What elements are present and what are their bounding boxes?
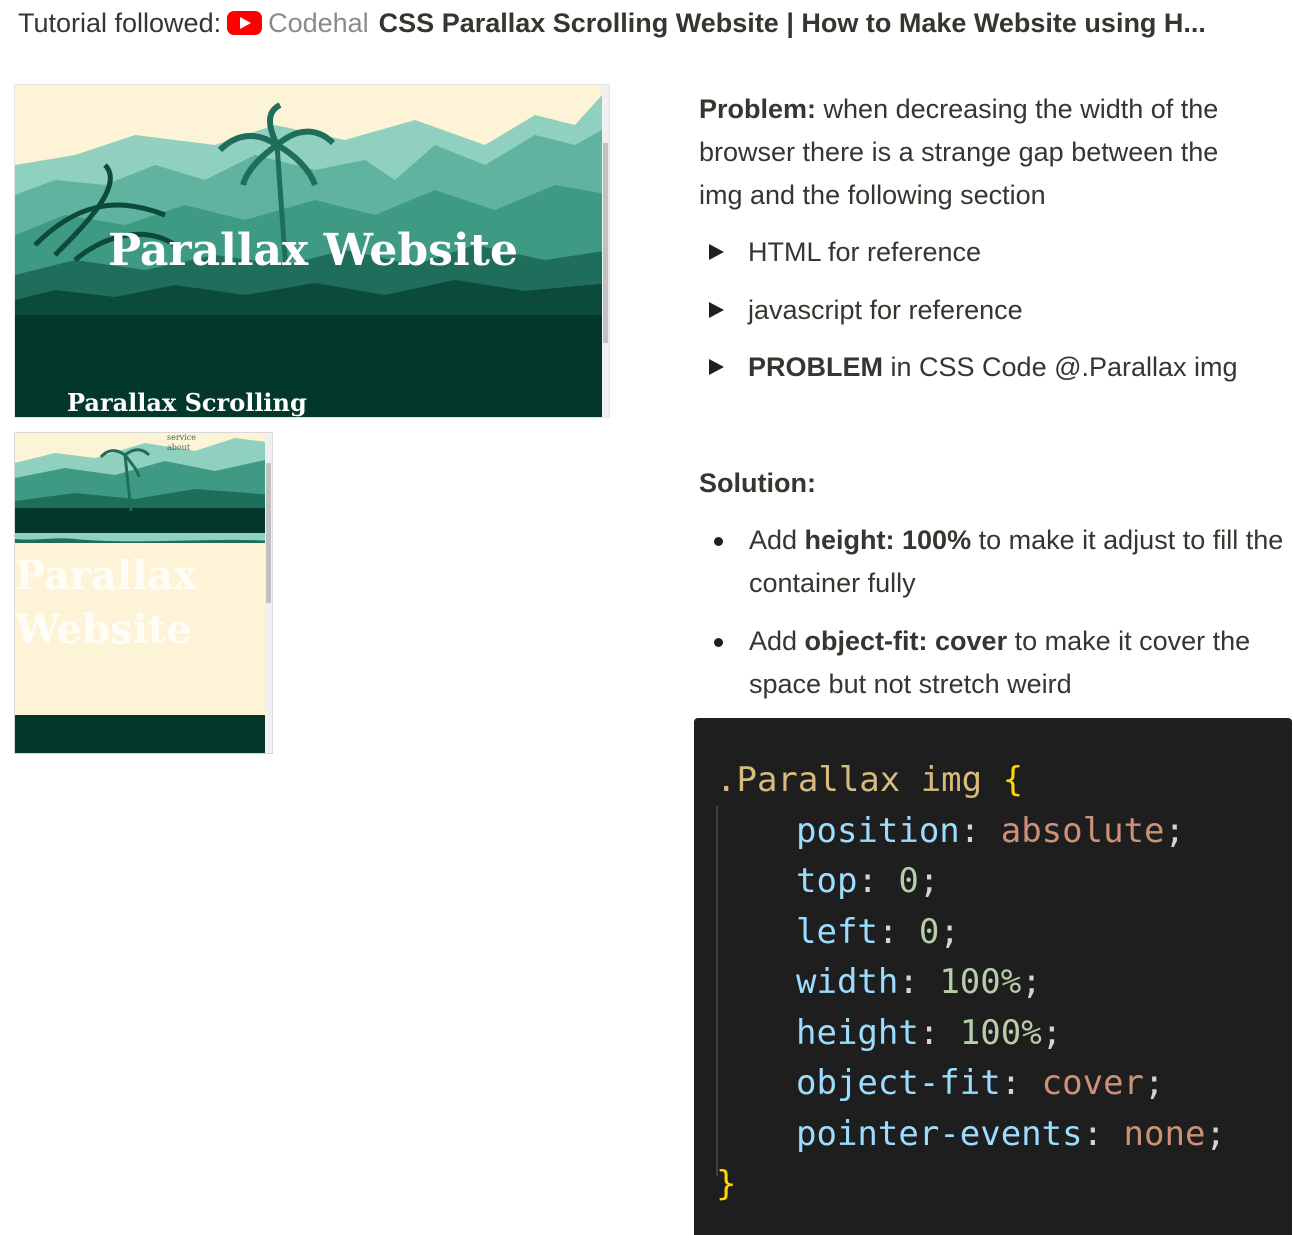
css-value: 100% [939,962,1022,1002]
css-value: 0 [898,861,919,901]
toggle-javascript-reference[interactable]: javascript for reference [709,289,1023,332]
triangle-right-icon[interactable] [709,302,724,318]
css-property: position [796,810,960,851]
scrollbar[interactable] [602,85,609,417]
tutorial-header: Tutorial followed: Codehal CSS Parallax Sc… [18,8,1206,39]
channel-name[interactable]: Codehal [268,8,369,38]
colon: : [857,861,899,901]
toggle-label: HTML for reference [748,237,982,267]
problem-paragraph: Problem: when decreasing the width of th… [699,88,1269,217]
parallax-section-title: Parallax Scrolling [67,388,307,417]
title-line-2: Website [15,606,192,653]
screenshot-narrow-browser: service about Parallax Website [14,432,273,754]
semicolon: ; [1164,810,1185,851]
semicolon: ; [918,861,940,901]
colon: : [877,911,919,952]
code-declaration-line: pointer-events: none; [796,1109,1226,1160]
colon: : [898,962,940,1002]
code-declaration-line: width: 100%; [796,957,1042,1008]
triangle-right-icon[interactable] [709,359,724,375]
bullet-bold: object-fit: cover [804,626,1008,656]
code-selector: .Parallax img [716,760,983,800]
toggle-problem-css[interactable]: PROBLEM in CSS Code @.Parallax img [709,346,1238,389]
toggle-label: javascript for reference [748,295,1023,325]
bullet-dot-icon [714,638,723,647]
toggle-label-bold: PROBLEM [748,352,883,382]
triangle-right-icon[interactable] [709,244,724,260]
code-selector-line: .Parallax img { [716,755,1023,806]
screenshot-wide-browser: Parallax Website Parallax Scrolling [14,84,610,418]
css-property: object-fit [796,1063,1001,1103]
css-property: pointer-events [796,1113,1083,1154]
indent-guide [716,806,718,1176]
parallax-hero-title-wrapped: Parallax Website [15,549,197,657]
nav-menu: service about [167,433,196,453]
solution-heading: Solution: [699,468,816,498]
nav-item-service[interactable]: service [167,433,196,443]
toggle-html-reference[interactable]: HTML for reference [709,231,981,274]
solution-bullet-object-fit: Add object-fit: cover to make it cover t… [714,620,1289,706]
css-property: height [796,1012,919,1053]
nav-item-about[interactable]: about [167,443,196,453]
bullet-text: Add [749,525,805,555]
css-value: absolute [1000,810,1165,851]
solution-bullet-height: Add height: 100% to make it adjust to fi… [714,519,1289,605]
colon: : [1000,1063,1042,1103]
problem-label: Problem: [699,94,817,124]
code-open-brace: { [1002,760,1024,800]
code-declaration-line: position: absolute; [796,806,1185,857]
css-property: width [796,962,899,1002]
scrollbar[interactable] [265,433,272,753]
css-value: cover [1041,1063,1145,1103]
semicolon: ; [1144,1063,1165,1103]
css-property: left [796,911,878,952]
colon: : [1082,1113,1124,1154]
parallax-hero-title: Parallax Website [108,225,518,276]
bullet-bold: height: 100% [804,525,972,555]
semicolon: ; [1205,1113,1226,1154]
code-declaration-line: left: 0; [796,907,960,958]
semicolon: ; [1021,962,1042,1002]
code-close-brace: } [716,1164,737,1204]
semicolon: ; [939,911,960,952]
css-value: 0 [918,911,940,952]
css-property: top [796,861,858,901]
tutorial-prefix: Tutorial followed: [18,8,222,38]
semicolon: ; [1041,1012,1063,1053]
bullet-dot-icon [714,537,723,546]
video-title-link[interactable]: CSS Parallax Scrolling Website | How to … [379,8,1206,38]
title-line-1: Parallax [15,552,198,599]
toggle-label: in CSS Code @.Parallax img [883,352,1238,382]
code-declaration-line: object-fit: cover; [796,1058,1165,1109]
colon: : [918,1012,960,1053]
css-code-block: .Parallax img { position: absolute; top: … [694,718,1292,1235]
code-declaration-line: top: 0; [796,856,939,907]
youtube-icon [227,11,263,35]
css-value: none [1123,1113,1206,1154]
code-close-line: } [716,1159,736,1210]
code-declaration-line: height: 100%; [796,1008,1062,1059]
bullet-text: Add [749,626,805,656]
css-value: 100% [959,1012,1042,1053]
colon: : [959,810,1001,851]
